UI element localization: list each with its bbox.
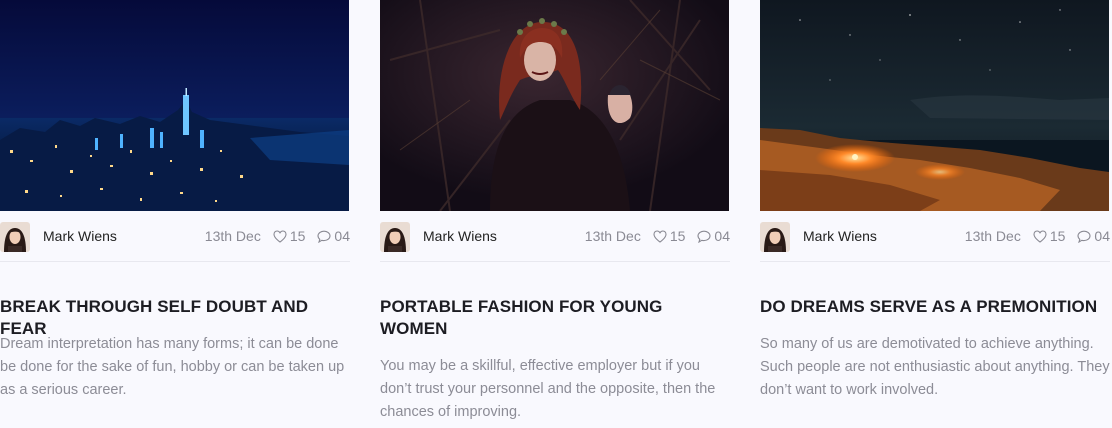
post-meta: Mark Wiens 13th Dec 15 04 [760,211,1110,262]
comment-icon [697,230,711,243]
post-title[interactable]: PORTABLE FASHION FOR YOUNG WOMEN [380,296,732,340]
blog-card: Mark Wiens 13th Dec 15 04 DO DREAMS SERV… [760,0,1110,428]
comments-button[interactable]: 04 [697,227,730,245]
post-image-woman-forest[interactable] [380,0,729,211]
blog-card: Mark Wiens 13th Dec 15 04 BREAK THROUGH … [0,0,350,428]
likes-count: 15 [1049,228,1066,244]
comments-count: 04 [334,228,350,244]
author-name[interactable]: Mark Wiens [423,227,497,245]
likes-count: 15 [669,228,686,244]
post-stats: 13th Dec 15 04 [205,227,350,245]
heart-icon [1033,229,1047,243]
likes-count: 15 [289,228,306,244]
author-name[interactable]: Mark Wiens [43,227,117,245]
blog-post-grid: Mark Wiens 13th Dec 15 04 BREAK THROUGH … [0,0,1112,428]
post-date: 13th Dec [204,228,261,244]
heart-icon [653,229,667,243]
post-image-night-city[interactable] [0,0,349,211]
post-date: 13th Dec [584,228,641,244]
avatar[interactable] [0,222,30,252]
likes-button[interactable]: 15 [273,227,306,245]
author-name[interactable]: Mark Wiens [803,227,877,245]
post-meta: Mark Wiens 13th Dec 15 04 [0,211,350,262]
post-excerpt: So many of us are demotivated to achieve… [760,336,1110,398]
avatar[interactable] [760,222,790,252]
post-date: 13th Dec [964,228,1021,244]
likes-button[interactable]: 15 [1033,227,1066,245]
post-stats: 13th Dec 15 04 [585,227,730,245]
comment-icon [1077,230,1091,243]
comments-count: 04 [1094,228,1110,244]
comment-icon [317,230,331,243]
post-excerpt: You may be a skillful, effective employe… [380,358,716,420]
likes-button[interactable]: 15 [653,227,686,245]
post-image-coastline-night[interactable] [760,0,1109,211]
comments-button[interactable]: 04 [1077,227,1110,245]
post-excerpt: Dream interpretation has many forms; it … [0,336,345,398]
heart-icon [273,229,287,243]
comments-button[interactable]: 04 [317,227,350,245]
post-meta: Mark Wiens 13th Dec 15 04 [380,211,730,262]
post-stats: 13th Dec 15 04 [965,227,1110,245]
avatar[interactable] [380,222,410,252]
comments-count: 04 [714,228,730,244]
post-title[interactable]: DO DREAMS SERVE AS A PREMONITION [760,296,1112,318]
blog-card: Mark Wiens 13th Dec 15 04 PORTABLE FASHI… [380,0,730,428]
